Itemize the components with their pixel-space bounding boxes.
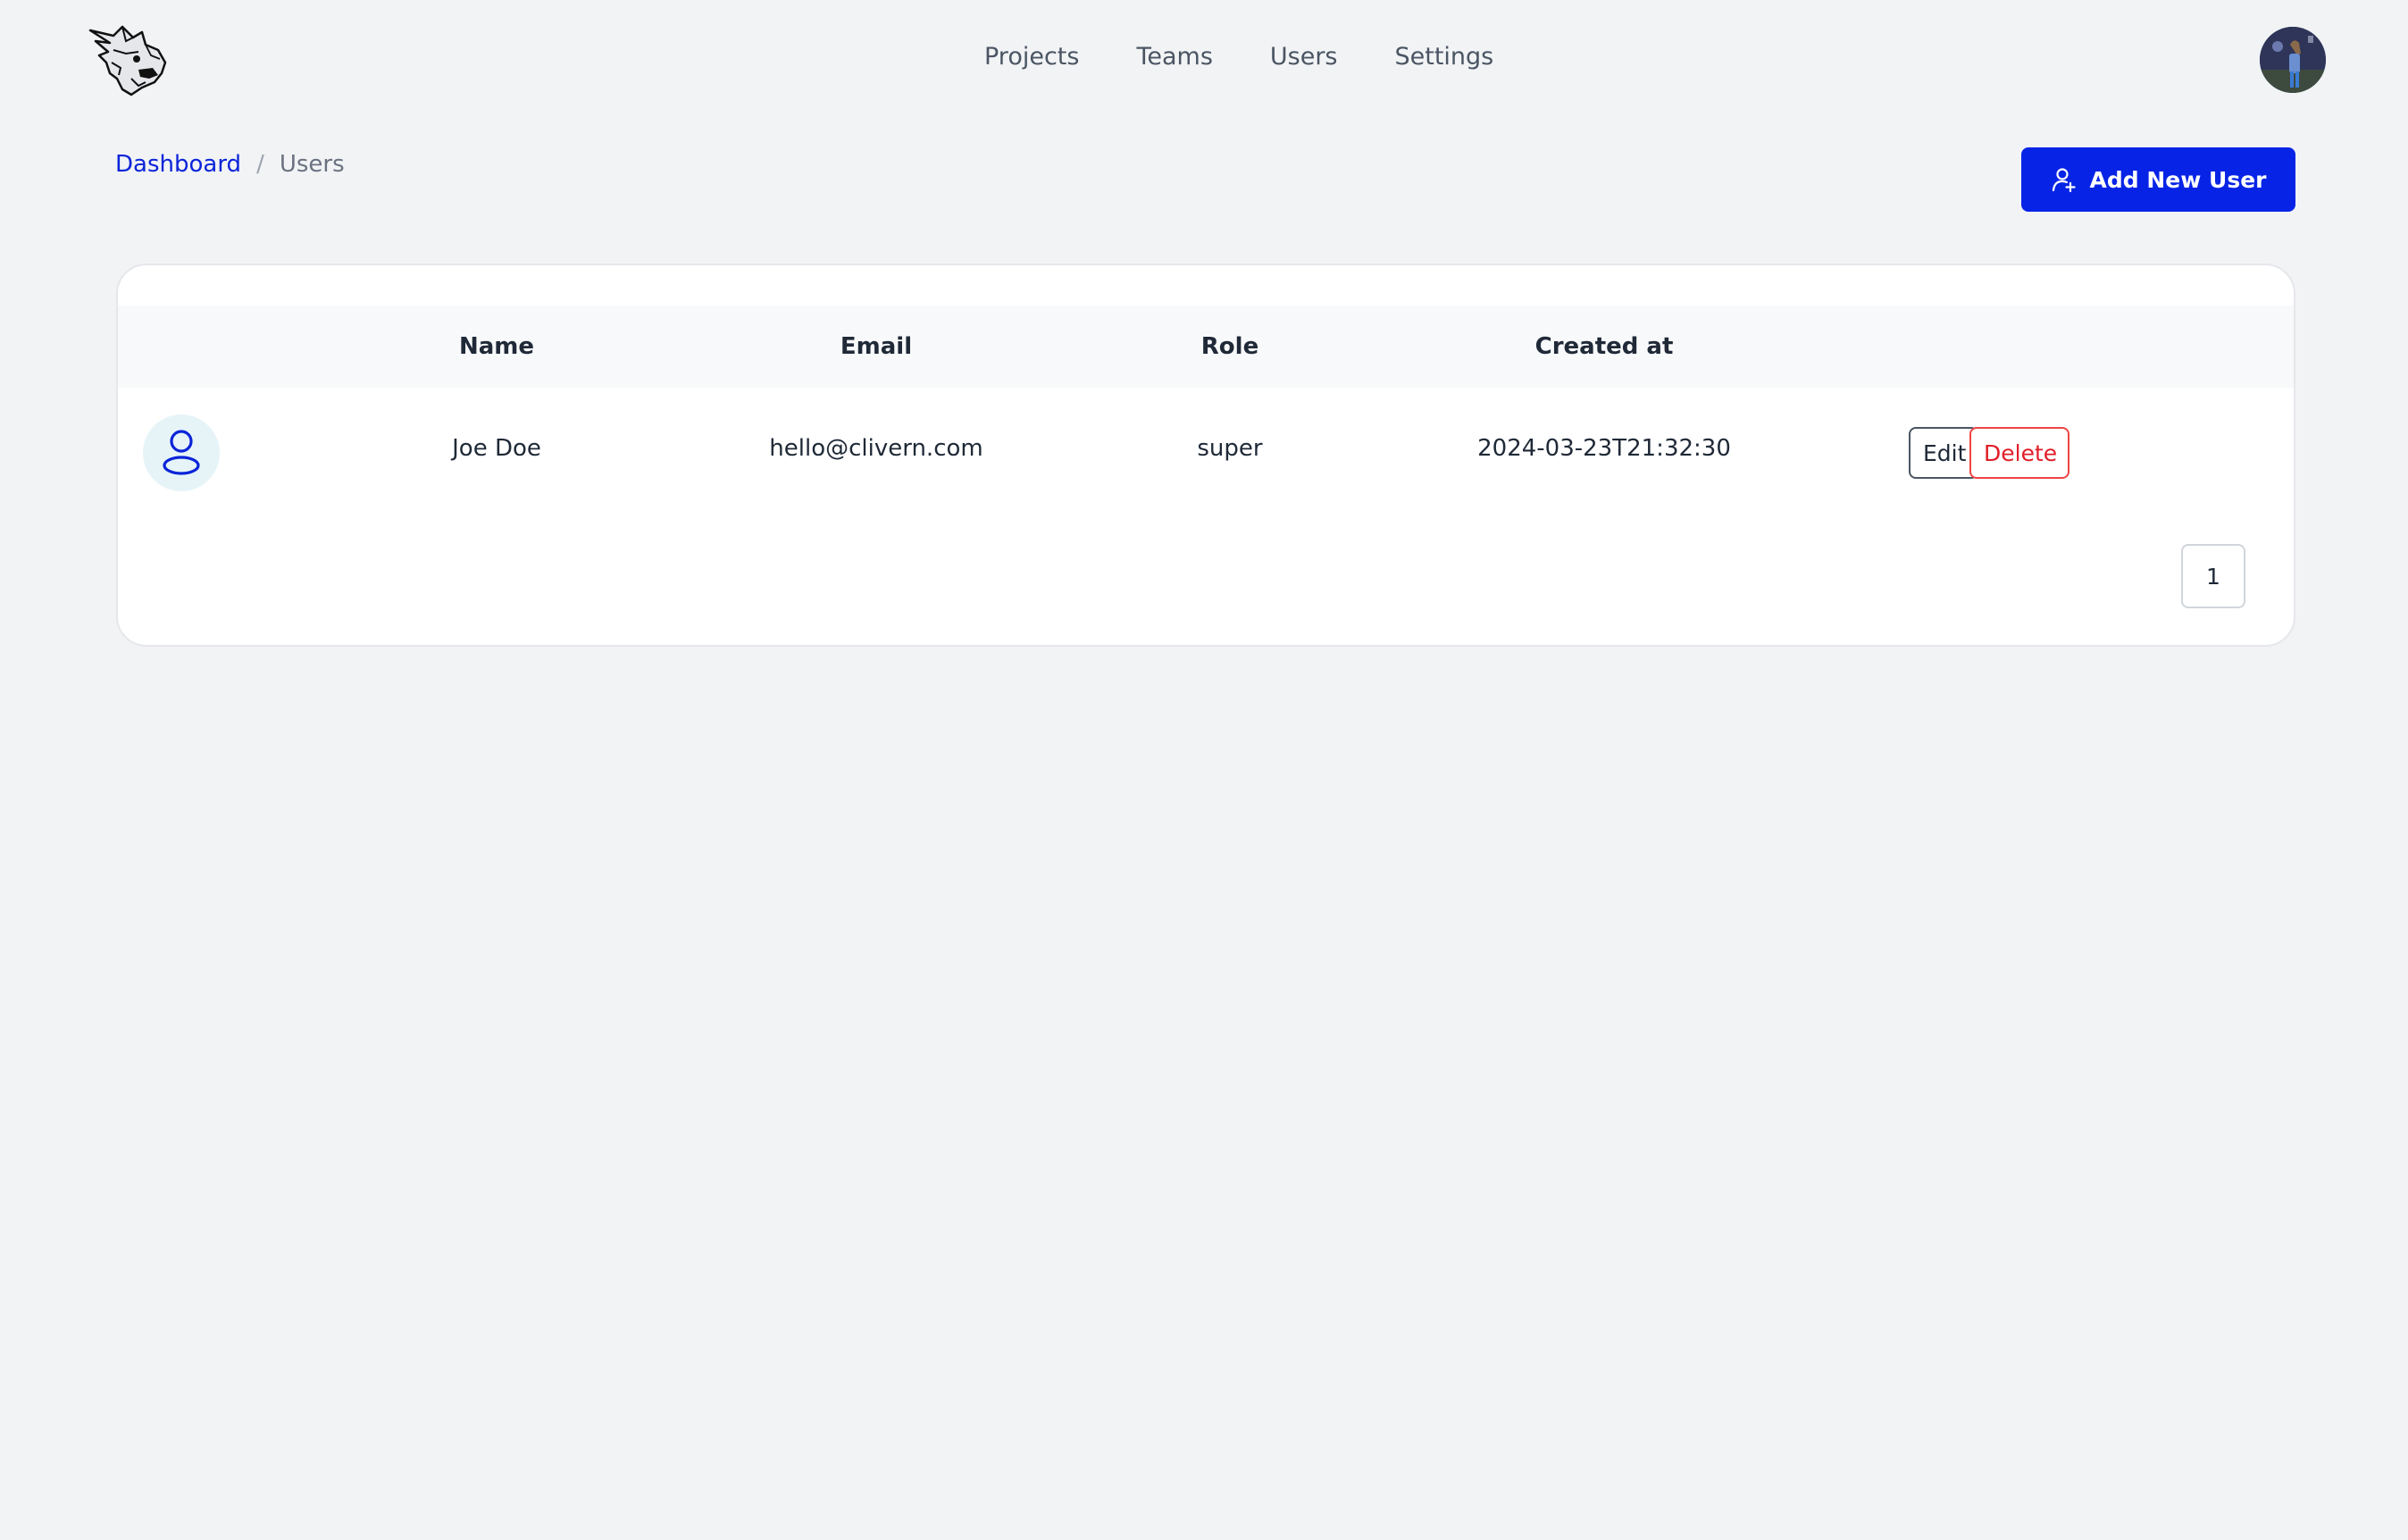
table-row: Joe Doe hello@clivern.com super 2024-03-… (118, 388, 2294, 509)
column-header-role: Role (1200, 333, 1259, 360)
users-page: Projects Teams Users Settings Dashboard … (0, 0, 2408, 1540)
nav-item-projects[interactable]: Projects (984, 39, 1079, 75)
add-new-user-label: Add New User (2089, 166, 2267, 193)
add-new-user-button[interactable]: Add New User (2021, 147, 2295, 212)
cell-role: super (1197, 435, 1263, 462)
column-header-created-at: Created at (1534, 333, 1674, 360)
user-avatar[interactable] (2260, 27, 2326, 93)
main-nav: Projects Teams Users Settings (984, 39, 1493, 75)
breadcrumb-separator: / (256, 151, 264, 178)
breadcrumb-users: Users (279, 151, 345, 178)
user-plus-icon (2051, 166, 2078, 193)
delete-user-button[interactable]: Delete (1969, 427, 2069, 479)
nav-item-teams[interactable]: Teams (1136, 39, 1212, 75)
column-header-email: Email (840, 333, 913, 360)
lynx-logo-icon[interactable] (87, 23, 171, 98)
edit-user-button[interactable]: Edit (1909, 427, 1978, 479)
users-table-card: Name Email Role Created at Joe Doe hello… (116, 264, 2295, 647)
top-navigation-bar: Projects Teams Users Settings (0, 0, 2408, 121)
breadcrumb-dashboard[interactable]: Dashboard (115, 148, 241, 180)
pagination-page-1[interactable]: 1 (2181, 544, 2245, 608)
cell-name: Joe Doe (452, 435, 541, 462)
cell-created-at: 2024-03-23T21:32:30 (1477, 435, 1731, 462)
nav-item-settings[interactable]: Settings (1395, 39, 1494, 75)
breadcrumb: Dashboard / Users (115, 148, 345, 180)
nav-item-users[interactable]: Users (1270, 39, 1338, 75)
column-header-name: Name (458, 333, 535, 360)
cell-email: hello@clivern.com (769, 435, 983, 462)
user-icon (143, 414, 220, 491)
table-header: Name Email Role Created at (118, 305, 2294, 388)
